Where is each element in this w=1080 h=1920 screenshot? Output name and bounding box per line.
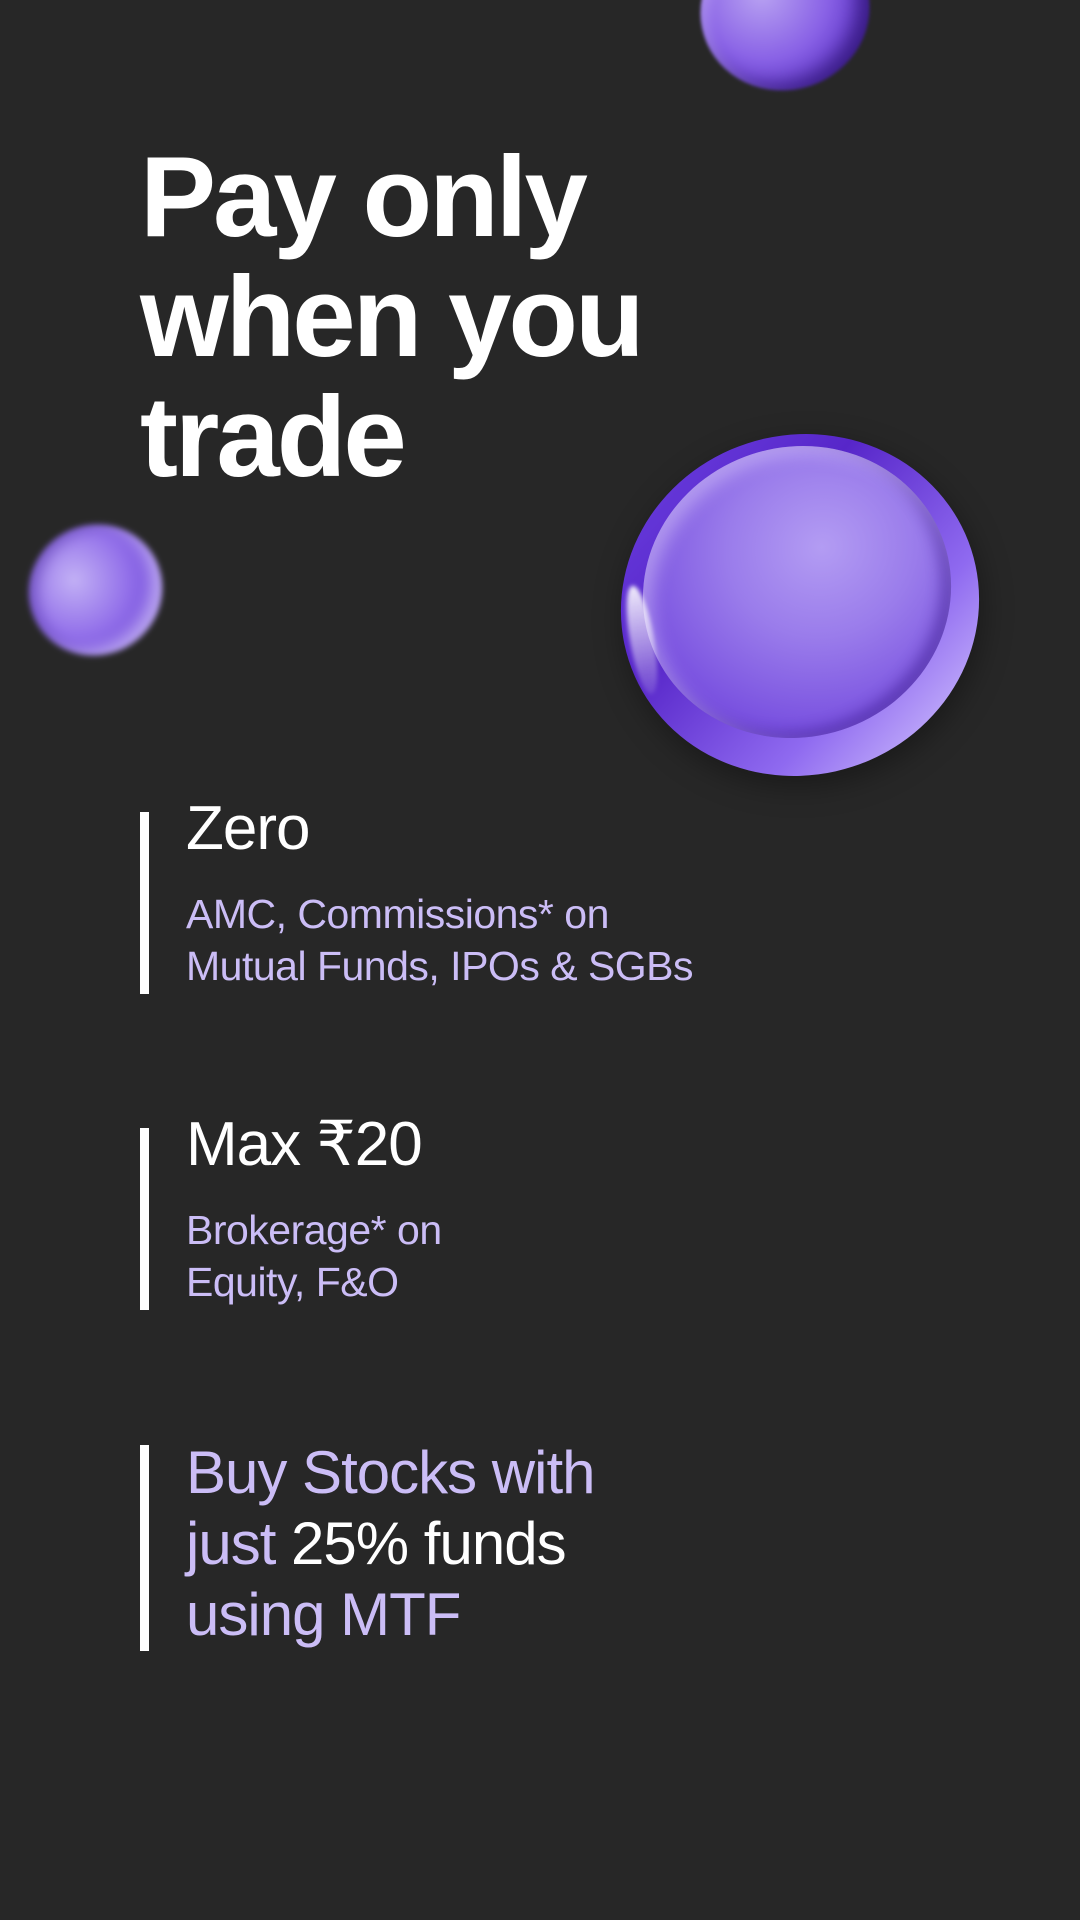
feature-description-line: AMC, Commissions* on <box>186 891 609 937</box>
purple-coin-icon <box>679 0 891 113</box>
mtf-line: Buy Stocks with <box>186 1439 595 1506</box>
headline-line: Pay only <box>140 134 588 261</box>
feature-title: Max ₹20 <box>186 1110 423 1179</box>
mtf-line: using MTF <box>186 1581 461 1648</box>
feature-description-line: Equity, F&O <box>186 1259 399 1305</box>
mtf-highlight: 25% funds <box>291 1510 567 1577</box>
feature-title: Zero <box>186 794 310 863</box>
page-title: Pay only when you trade <box>140 138 840 498</box>
purple-coin-icon <box>4 499 187 681</box>
feature-description-line: Mutual Funds, IPOs & SGBs <box>186 943 694 989</box>
mtf-text: Buy Stocks with just 25% funds using MTF <box>186 1437 595 1650</box>
mtf-line: just 25% funds <box>186 1508 595 1579</box>
mtf-lead-text: just <box>186 1510 276 1577</box>
headline-line: trade <box>140 374 407 501</box>
promo-screen: Pay only when you trade Zero AMC, Commis… <box>0 0 1080 1920</box>
feature-mtf: Buy Stocks with just 25% funds using MTF <box>140 1439 595 1651</box>
feature-description: AMC, Commissions* on Mutual Funds, IPOs … <box>186 888 694 992</box>
feature-max-brokerage: Max ₹20 Brokerage* on Equity, F&O <box>140 1110 442 1310</box>
headline-line: when you <box>140 254 645 381</box>
feature-zero-charges: Zero AMC, Commissions* on Mutual Funds, … <box>140 794 694 994</box>
feature-description-line: Brokerage* on <box>186 1207 442 1253</box>
feature-description: Brokerage* on Equity, F&O <box>186 1204 442 1308</box>
